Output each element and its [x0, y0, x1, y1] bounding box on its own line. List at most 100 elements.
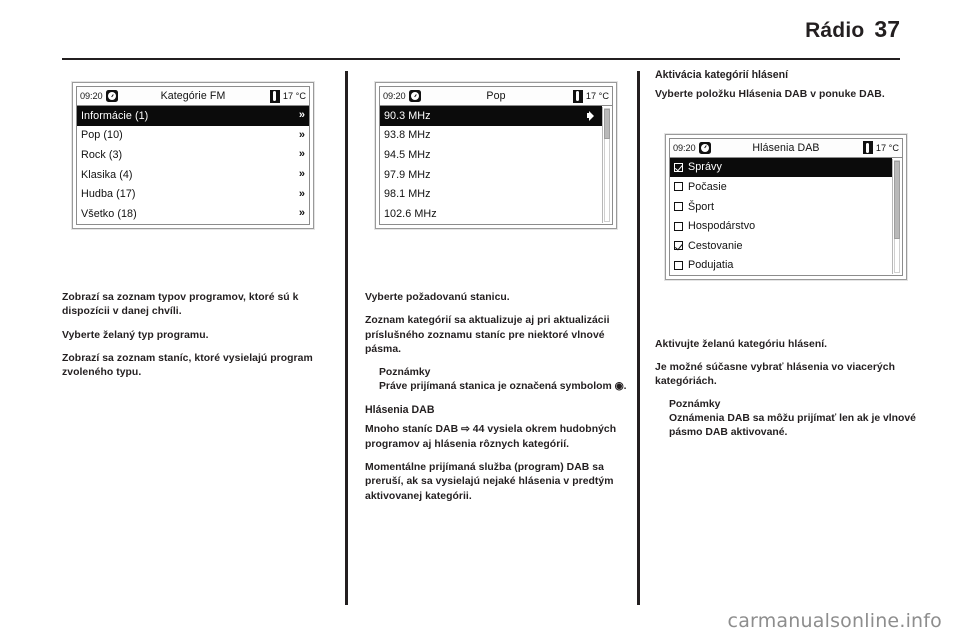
list-item[interactable]: Klasika (4) » [77, 165, 309, 185]
figure-dab-announcements: 09:20 Hlásenia DAB 17 °C Správy Počasie … [655, 111, 917, 327]
list-item[interactable]: 102.6 MHz [380, 204, 602, 224]
radio-display-pop: 09:20 Pop 17 °C 90.3 MHz 93.8 MHz 94.5 M… [375, 82, 617, 229]
paragraph: Mnoho staníc DAB ⇨ 44 vysiela okrem hudo… [365, 424, 617, 450]
list-item[interactable]: Informácie (1) » [77, 106, 309, 126]
status-bar: 09:20 Pop 17 °C [379, 86, 613, 105]
radio-display-fm: 09:20 Kategórie FM 17 °C Informácie (1) … [72, 82, 314, 229]
list-item-label: Cestovanie [688, 239, 743, 252]
page-header: Rádio 37 [62, 16, 900, 60]
status-temperature: 17 °C [282, 91, 306, 101]
thermometer-icon [862, 141, 873, 155]
scrollbar-thumb[interactable] [604, 109, 610, 139]
speaker-icon [587, 110, 598, 121]
category-list[interactable]: Informácie (1) » Pop (10) » Rock (3) » K… [76, 105, 310, 225]
scrollbar[interactable] [602, 107, 611, 223]
status-temperature: 17 °C [875, 142, 899, 153]
list-item-label: 98.1 MHz [384, 188, 431, 201]
checkbox-icon[interactable] [674, 260, 683, 270]
list-item-label: 90.3 MHz [384, 109, 431, 122]
list-item-label: 97.9 MHz [384, 168, 431, 181]
list-item[interactable]: 90.3 MHz [380, 106, 602, 126]
paragraph: Zobrazí sa zoznam staníc, ktoré vysielaj… [62, 352, 313, 379]
figure-fm-categories: 09:20 Kategórie FM 17 °C Informácie (1) … [62, 68, 324, 280]
paragraph: Vyberte požadovanú stanicu. [365, 292, 510, 303]
list-item-label: Šport [688, 200, 715, 213]
list-item-label: Všetko (18) [81, 207, 137, 220]
section-heading: Aktivácia kategórií hlásení [655, 69, 789, 81]
checkbox-checked-icon[interactable] [674, 162, 683, 172]
note-block: Poznámky Práve prijímaná stanica je ozna… [379, 366, 627, 394]
list-item[interactable]: 97.9 MHz [380, 165, 602, 185]
figure-pop-stations: 09:20 Pop 17 °C 90.3 MHz 93.8 MHz 94.5 M… [365, 68, 627, 280]
checkbox-icon[interactable] [674, 221, 683, 231]
chevron-right-icon: » [298, 128, 305, 141]
column-3: Aktivácia kategórií hlásení Vyberte polo… [655, 68, 917, 608]
status-temperature: 17 °C [585, 91, 609, 101]
thermometer-icon [572, 89, 583, 103]
list-item-label: Pop (10) [81, 129, 123, 142]
column-2: 09:20 Pop 17 °C 90.3 MHz 93.8 MHz 94.5 M… [365, 68, 627, 608]
paragraph: Vyberte želaný typ programu. [62, 329, 209, 341]
paragraph: Aktivujte želanú kategóriu hlásení. [655, 338, 828, 350]
list-item-label: 94.5 MHz [384, 148, 431, 161]
paragraph: Je možné súčasne vybrať hlásenia vo viac… [655, 361, 895, 388]
column-1: 09:20 Kategórie FM 17 °C Informácie (1) … [62, 68, 324, 608]
thermometer-icon [269, 89, 280, 103]
chevron-right-icon: » [298, 187, 305, 200]
paragraph: Vyberte položku Hlásenia DAB v ponuke DA… [655, 89, 885, 101]
column-divider-2 [637, 71, 640, 605]
paragraph: Zoznam kategórií sa aktualizuje aj pri a… [365, 315, 610, 355]
note-block: Poznámky Oznámenia DAB sa môžu prijímať … [669, 398, 917, 440]
list-item-label: 93.8 MHz [384, 129, 431, 142]
list-item-label: Podujatia [688, 259, 734, 272]
checkbox-checked-icon[interactable] [674, 241, 683, 251]
note-title: Poznámky [669, 399, 721, 411]
note-body: Oznámenia DAB sa môžu prijímať len ak je… [669, 413, 916, 439]
column-divider-1 [345, 71, 348, 605]
list-item[interactable]: Hudba (17) » [77, 184, 309, 204]
radio-display-dab: 09:20 Hlásenia DAB 17 °C Správy Počasie … [665, 133, 907, 281]
scrollbar-thumb[interactable] [894, 160, 900, 239]
list-item[interactable]: 94.5 MHz [380, 145, 602, 165]
list-item[interactable]: Rock (3) » [77, 145, 309, 165]
chevron-right-icon: » [298, 148, 305, 161]
chevron-right-icon: » [298, 109, 305, 122]
page-title: Rádio [805, 19, 865, 42]
paragraph: Momentálne prijímaná služba (program) DA… [365, 461, 614, 502]
list-item[interactable]: Cestovanie [670, 236, 892, 256]
list-item[interactable]: Pop (10) » [77, 126, 309, 146]
list-item[interactable]: Počasie [670, 177, 892, 197]
list-item-label: 102.6 MHz [384, 207, 437, 220]
list-item[interactable]: 98.1 MHz [380, 184, 602, 204]
content-columns: 09:20 Kategórie FM 17 °C Informácie (1) … [62, 68, 922, 608]
note-title: Poznámky [379, 367, 431, 379]
watermark: carmanualsonline.info [727, 610, 942, 632]
list-item[interactable]: Správy [670, 157, 892, 178]
list-item-label: Klasika (4) [81, 168, 133, 181]
list-item[interactable]: Všetko (18) » [77, 204, 309, 224]
checkbox-icon[interactable] [674, 182, 683, 192]
note-body: Práve prijímaná stanica je označená symb… [379, 380, 627, 392]
list-item[interactable]: 93.8 MHz [380, 126, 602, 146]
chevron-right-icon: » [298, 168, 305, 181]
checkbox-icon[interactable] [674, 202, 683, 212]
list-item[interactable]: Podujatia [670, 256, 892, 276]
manual-page: Rádio 37 09:20 Kategórie FM 17 °C Inform… [0, 0, 960, 642]
list-item-label: Hudba (17) [81, 188, 136, 201]
list-item[interactable]: Šport [670, 197, 892, 217]
list-item[interactable]: Hospodárstvo [670, 216, 892, 236]
status-bar: 09:20 Kategórie FM 17 °C [76, 86, 310, 105]
header-divider [62, 58, 900, 60]
list-item-label: Rock (3) [81, 148, 123, 161]
list-item-label: Počasie [688, 180, 727, 193]
scrollbar[interactable] [892, 158, 901, 275]
status-bar: 09:20 Hlásenia DAB 17 °C [669, 137, 903, 157]
list-item-label: Hospodárstvo [688, 220, 756, 233]
list-item-label: Správy [688, 161, 722, 174]
station-list[interactable]: 90.3 MHz 93.8 MHz 94.5 MHz 97.9 MHz 98.1… [379, 105, 613, 225]
section-heading: Hlásenia DAB [365, 404, 435, 417]
list-item-label: Informácie (1) [81, 109, 149, 122]
paragraph: Zobrazí sa zoznam typov programov, ktoré… [62, 292, 299, 318]
chevron-right-icon: » [298, 207, 305, 220]
announcement-list[interactable]: Správy Počasie Šport Hospodárstvo Cestov… [669, 156, 903, 277]
